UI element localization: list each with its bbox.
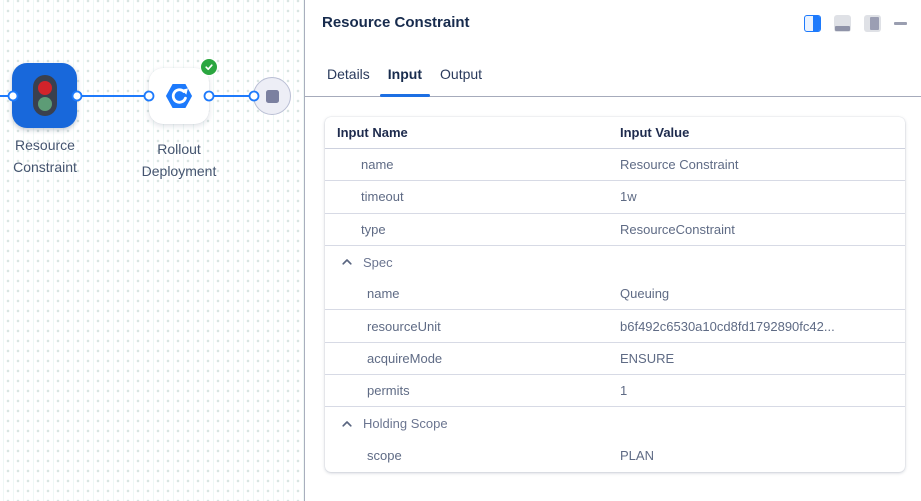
green-light-icon bbox=[38, 97, 52, 111]
node-end[interactable] bbox=[253, 77, 291, 115]
row-value: Queuing bbox=[620, 286, 905, 301]
view-controls bbox=[804, 14, 907, 32]
tab-output[interactable]: Output bbox=[432, 66, 490, 96]
rollout-icon bbox=[163, 80, 195, 112]
tab-input[interactable]: Input bbox=[380, 66, 430, 96]
table-row: typeResourceConstraint bbox=[325, 214, 905, 246]
workflow-canvas[interactable]: Resource Constraint Rollout Deployment bbox=[0, 0, 305, 501]
right-panel-icon[interactable] bbox=[864, 15, 881, 32]
table-row: scopePLAN bbox=[325, 440, 905, 472]
row-name: resourceUnit bbox=[325, 319, 620, 334]
table-row: permits1 bbox=[325, 375, 905, 407]
tab-bar: Details Input Output bbox=[305, 48, 921, 97]
chevron-up-icon[interactable] bbox=[341, 418, 353, 430]
split-view-icon[interactable] bbox=[804, 15, 821, 32]
red-light-icon bbox=[38, 81, 52, 95]
column-input-value: Input Value bbox=[620, 125, 905, 140]
node-rollout-deployment[interactable] bbox=[149, 68, 209, 124]
app: Resource Constraint Rollout Deployment bbox=[0, 0, 921, 501]
stop-icon bbox=[266, 90, 279, 103]
row-value: ENSURE bbox=[620, 351, 905, 366]
column-input-name: Input Name bbox=[325, 125, 620, 140]
row-name: scope bbox=[325, 448, 620, 463]
table-group-row[interactable]: Holding Scope bbox=[325, 407, 905, 439]
node-resource-constraint[interactable] bbox=[12, 63, 77, 128]
row-name: timeout bbox=[325, 189, 620, 204]
bottom-panel-icon[interactable] bbox=[834, 15, 851, 32]
group-label: Holding Scope bbox=[363, 416, 448, 431]
table-row: resourceUnitb6f492c6530a10cd8fd1792890fc… bbox=[325, 310, 905, 342]
table-row: acquireModeENSURE bbox=[325, 343, 905, 375]
node-label-rollout-deployment: Rollout Deployment bbox=[131, 138, 227, 182]
minimize-icon[interactable] bbox=[894, 22, 907, 25]
row-name: permits bbox=[325, 383, 620, 398]
traffic-light-icon bbox=[33, 75, 57, 116]
row-value: PLAN bbox=[620, 448, 905, 463]
success-badge-icon bbox=[200, 58, 218, 76]
table-row: nameResource Constraint bbox=[325, 149, 905, 181]
row-name: name bbox=[325, 157, 620, 172]
row-value: ResourceConstraint bbox=[620, 222, 905, 237]
row-name: type bbox=[325, 222, 620, 237]
table-row: timeout1w bbox=[325, 181, 905, 213]
table-group-row[interactable]: Spec bbox=[325, 246, 905, 278]
table-row: nameQueuing bbox=[325, 278, 905, 310]
chevron-up-icon[interactable] bbox=[341, 256, 353, 268]
input-table-card: Input Name Input Value nameResource Cons… bbox=[325, 117, 905, 472]
row-name: Holding Scope bbox=[325, 416, 620, 431]
row-name: acquireMode bbox=[325, 351, 620, 366]
row-name: name bbox=[325, 286, 620, 301]
details-panel: Resource Constraint Details Input Output… bbox=[305, 0, 921, 501]
row-name: Spec bbox=[325, 255, 620, 270]
row-value: b6f492c6530a10cd8fd1792890fc42... bbox=[620, 319, 905, 334]
group-label: Spec bbox=[363, 255, 393, 270]
panel-title: Resource Constraint bbox=[322, 14, 470, 32]
table-body: nameResource Constrainttimeout1wtypeReso… bbox=[325, 149, 905, 472]
row-value: Resource Constraint bbox=[620, 157, 905, 172]
row-value: 1w bbox=[620, 189, 905, 204]
node-label-resource-constraint: Resource Constraint bbox=[0, 134, 93, 178]
row-value: 1 bbox=[620, 383, 905, 398]
tab-details[interactable]: Details bbox=[319, 66, 378, 96]
table-header: Input Name Input Value bbox=[325, 117, 905, 149]
panel-header: Resource Constraint bbox=[305, 0, 921, 48]
